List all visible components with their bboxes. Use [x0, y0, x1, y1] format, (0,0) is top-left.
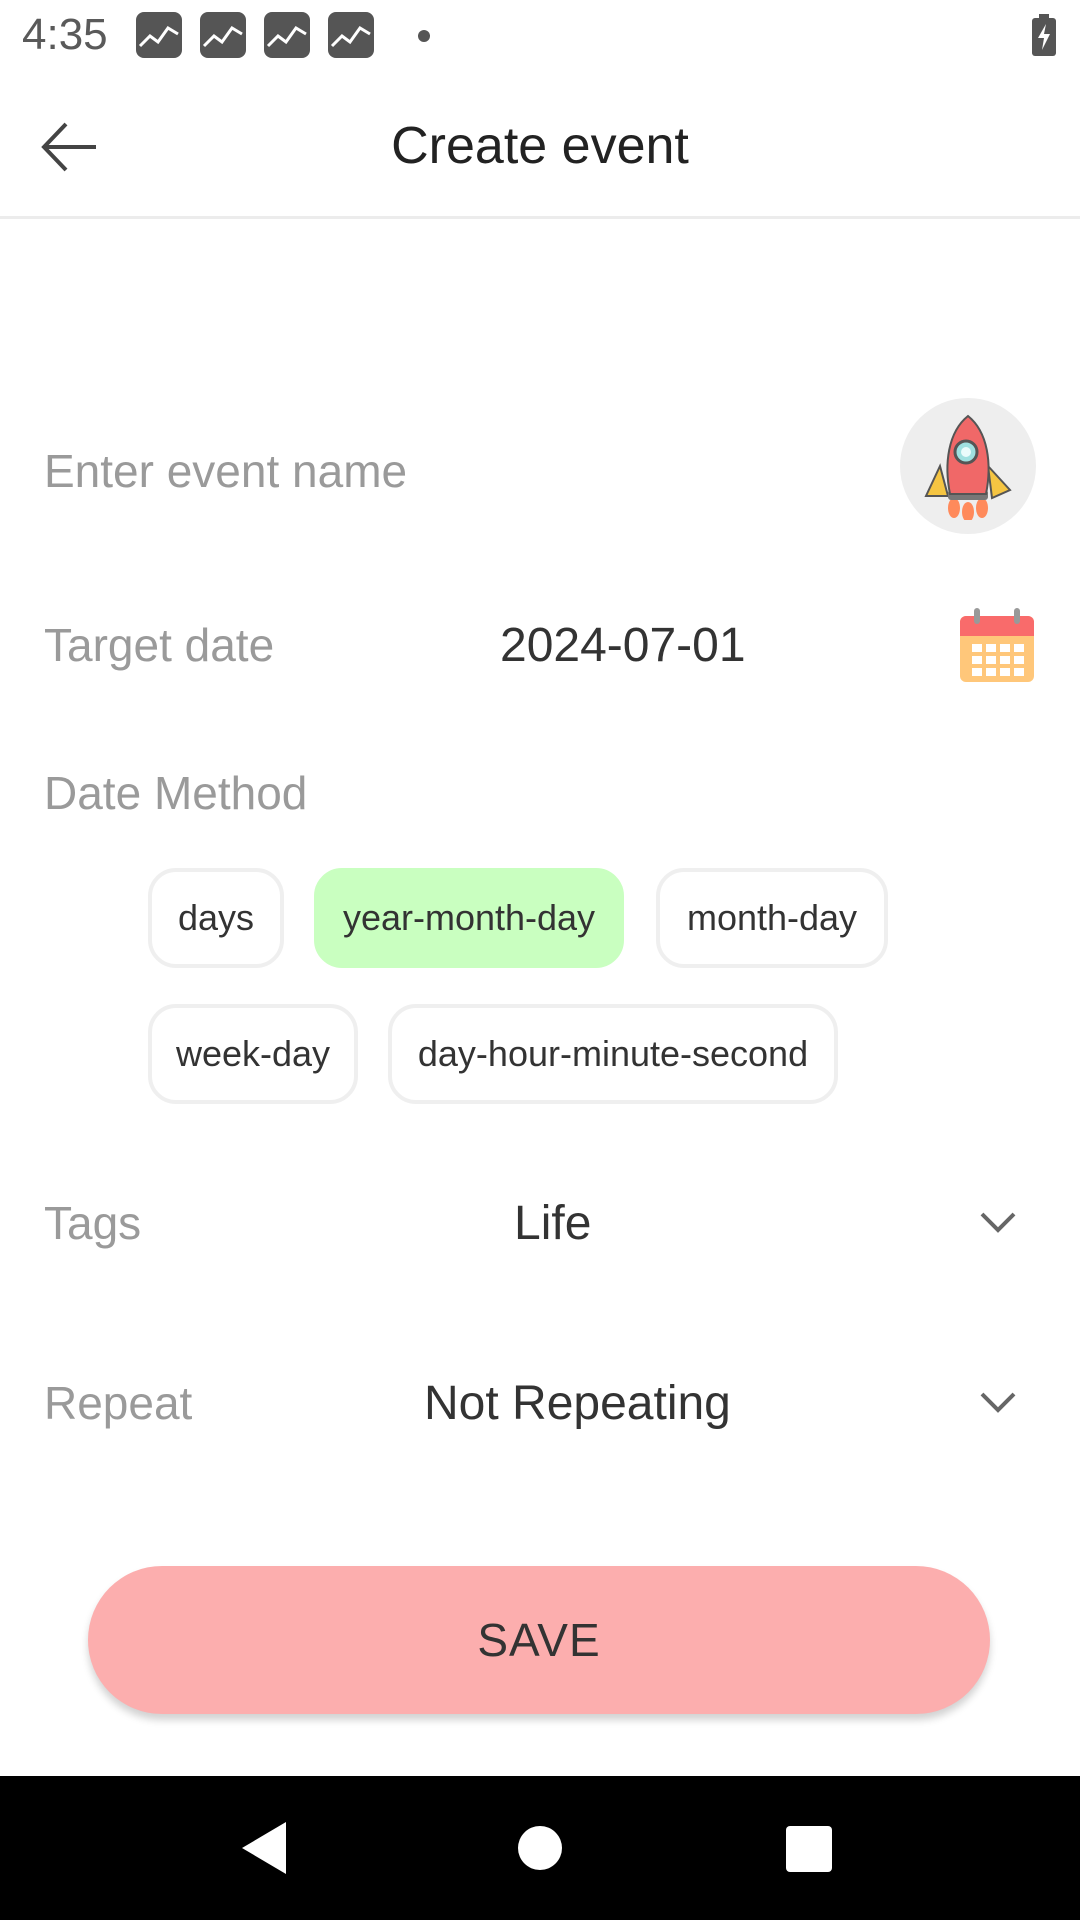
save-button[interactable]: SAVE	[88, 1566, 990, 1714]
battery-charging-icon	[1032, 14, 1056, 56]
target-date-label: Target date	[44, 619, 275, 671]
target-date-value[interactable]: 2024-07-01	[500, 618, 746, 673]
status-time: 4:35	[22, 10, 108, 59]
app-bar: Create event	[0, 72, 1080, 219]
rocket-icon	[924, 414, 1012, 520]
date-method-label: Date Method	[44, 767, 308, 819]
date-method-chip-days[interactable]: days	[148, 868, 284, 968]
notification-icons	[136, 12, 374, 58]
app-notification-icon	[136, 12, 182, 58]
calendar-icon[interactable]	[958, 606, 1036, 684]
chevron-down-icon[interactable]	[978, 1390, 1018, 1416]
page-title: Create event	[391, 117, 689, 175]
app-notification-icon	[200, 12, 246, 58]
nav-recents-icon[interactable]	[786, 1826, 832, 1872]
date-method-chip-week-day[interactable]: week-day	[148, 1004, 358, 1104]
status-bar: 4:35	[0, 0, 1080, 72]
chevron-down-icon[interactable]	[978, 1210, 1018, 1236]
repeat-select[interactable]: Not Repeating	[424, 1376, 731, 1431]
repeat-label: Repeat	[44, 1377, 193, 1429]
date-method-chip-day-hour-minute-second[interactable]: day-hour-minute-second	[388, 1004, 838, 1104]
event-icon-picker[interactable]	[900, 398, 1036, 534]
date-method-chip-year-month-day[interactable]: year-month-day	[314, 868, 624, 968]
event-name-input[interactable]	[44, 438, 864, 504]
nav-back-icon[interactable]	[240, 1820, 288, 1876]
app-notification-icon	[264, 12, 310, 58]
tags-label: Tags	[44, 1197, 142, 1249]
tags-select[interactable]: Life	[514, 1196, 591, 1251]
app-notification-icon	[328, 12, 374, 58]
date-method-chip-month-day[interactable]: month-day	[656, 868, 888, 968]
nav-home-icon[interactable]	[518, 1826, 562, 1870]
system-nav-bar	[0, 1776, 1080, 1920]
more-notifications-dot	[418, 30, 430, 42]
